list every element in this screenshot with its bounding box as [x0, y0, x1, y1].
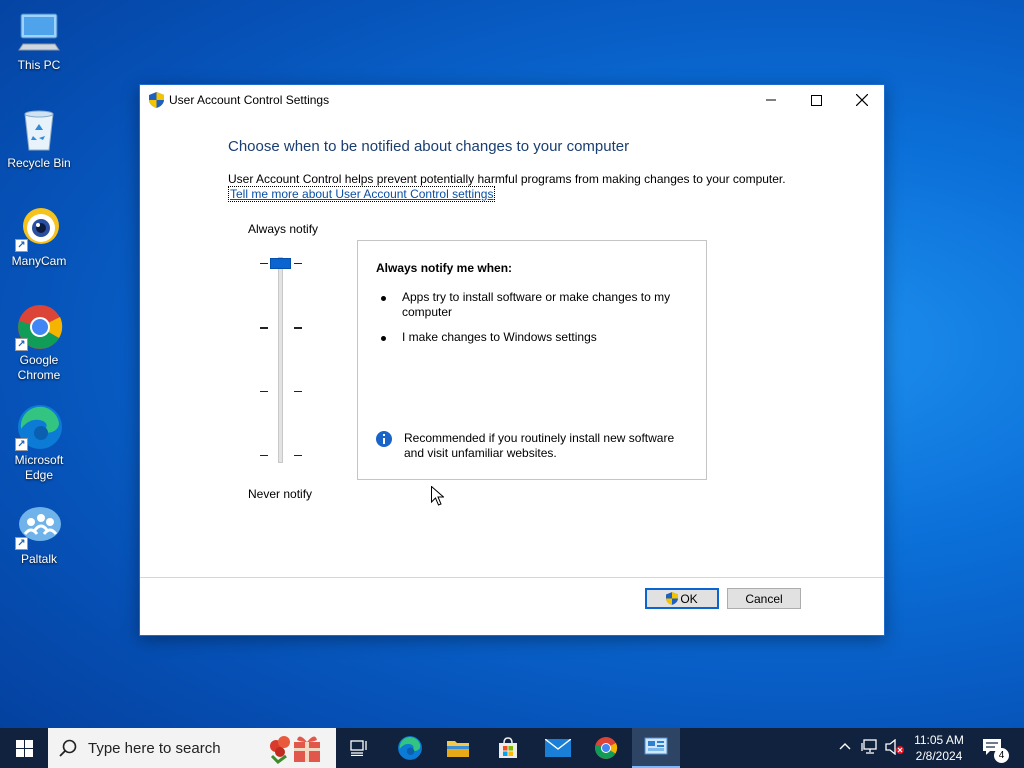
slider-tick: [260, 263, 268, 264]
mail-icon: [545, 739, 571, 757]
taskbar-edge-button[interactable]: [386, 728, 434, 768]
paltalk-icon: ↗: [15, 502, 63, 550]
slider-top-label: Always notify: [248, 222, 319, 236]
network-icon[interactable]: [861, 739, 879, 758]
desktop-icon-this-pc[interactable]: This PC: [4, 8, 74, 73]
list-item: Apps try to install software or make cha…: [376, 290, 686, 320]
slider-tick: [260, 455, 268, 456]
microsoft-store-icon: [499, 737, 517, 758]
show-hidden-icons-chevron-icon[interactable]: [838, 739, 852, 756]
clock-date: 2/8/2024: [915, 749, 963, 763]
slider-track[interactable]: [278, 257, 283, 463]
taskbar-file-explorer-button[interactable]: [434, 728, 482, 768]
windows-logo-icon: [15, 739, 33, 757]
taskbar-control-panel-button[interactable]: [632, 728, 680, 768]
learn-more-link[interactable]: Tell me more about User Account Control …: [228, 186, 496, 202]
shortcut-arrow-icon: ↗: [15, 438, 28, 451]
slider-bottom-label: Never notify: [248, 487, 313, 501]
edge-icon: [398, 736, 422, 760]
desktop-icon-google-chrome[interactable]: ↗ Google Chrome: [4, 303, 74, 383]
desktop-icon-recycle-bin[interactable]: Recycle Bin: [4, 106, 74, 171]
control-panel-icon: [644, 737, 668, 755]
close-button[interactable]: [839, 85, 885, 115]
slider-tick: [294, 327, 302, 329]
note-text: Recommended if you routinely install new…: [404, 431, 675, 460]
desktop-icon-label: Google Chrome: [17, 353, 61, 382]
volume-muted-icon[interactable]: [885, 738, 905, 758]
taskbar-chrome-button[interactable]: [582, 728, 630, 768]
desktop-icon-paltalk[interactable]: ↗ Paltalk: [4, 502, 74, 567]
window-title: User Account Control Settings: [169, 93, 330, 107]
desktop-icon-label: Microsoft Edge: [14, 453, 64, 482]
shortcut-arrow-icon: ↗: [15, 338, 28, 351]
mouse-cursor-icon: [431, 485, 445, 509]
desktop-icon-label: This PC: [17, 58, 61, 72]
slider-thumb[interactable]: [270, 258, 291, 269]
slider-tick: [260, 391, 268, 392]
title-bar[interactable]: User Account Control Settings: [140, 85, 884, 115]
task-view-button[interactable]: [336, 728, 384, 768]
shortcut-arrow-icon: ↗: [15, 239, 28, 252]
clock-time: 11:05 AM: [914, 733, 964, 747]
manycam-icon: ↗: [15, 204, 63, 252]
computer-icon: [15, 8, 63, 56]
maximize-button[interactable]: [793, 85, 839, 115]
notification-count-badge: 4: [994, 748, 1009, 763]
search-placeholder: Type here to search: [88, 740, 221, 757]
notify-conditions-list: Apps try to install software or make cha…: [376, 290, 686, 355]
slider-tick: [260, 327, 268, 329]
chrome-icon: ↗: [15, 303, 63, 351]
page-heading: Choose when to be notified about changes…: [228, 138, 630, 155]
task-view-icon: [350, 740, 367, 756]
edge-icon: ↗: [15, 403, 63, 451]
system-clock[interactable]: 11:05 AM 2/8/2024: [906, 732, 972, 764]
desktop-icon-microsoft-edge[interactable]: ↗ Microsoft Edge: [4, 403, 74, 483]
level-description-panel: Always notify me when: Apps try to insta…: [357, 240, 707, 480]
taskbar-store-button[interactable]: [484, 728, 532, 768]
cancel-button[interactable]: Cancel: [727, 588, 801, 609]
uac-shield-icon: [149, 92, 164, 111]
close-icon: [856, 94, 868, 106]
search-highlight-gift-icon: [262, 732, 326, 767]
description-text: User Account Control helps prevent poten…: [228, 172, 786, 186]
shortcut-arrow-icon: ↗: [15, 537, 28, 550]
slider-tick: [294, 391, 302, 392]
panel-heading: Always notify me when:: [376, 261, 513, 275]
ok-button[interactable]: OK: [645, 588, 719, 609]
slider-tick: [294, 455, 302, 456]
desktop-icon-label: Recycle Bin: [7, 156, 71, 170]
folder-icon: [447, 741, 469, 757]
maximize-icon: [810, 94, 822, 106]
chrome-icon: [595, 737, 618, 759]
recycle-bin-icon: [15, 106, 63, 154]
slider-tick: [294, 263, 302, 264]
cancel-button-label: Cancel: [745, 591, 783, 606]
divider: [140, 577, 884, 578]
desktop-icon-manycam[interactable]: ↗ ManyCam: [4, 204, 74, 269]
start-button[interactable]: [0, 728, 48, 768]
minimize-icon: [766, 99, 776, 101]
ok-button-label: OK: [680, 591, 698, 606]
desktop-icon-label: Paltalk: [20, 552, 58, 566]
uac-settings-dialog: User Account Control Settings Choose whe…: [139, 84, 885, 636]
desktop-icon-label: ManyCam: [11, 254, 67, 268]
taskbar-mail-button[interactable]: [534, 728, 582, 768]
search-icon: [59, 739, 77, 760]
taskbar: Type here to search 11:05 AM 2/8/2024 4: [0, 728, 1024, 768]
minimize-button[interactable]: [748, 85, 794, 115]
list-item: I make changes to Windows settings: [376, 330, 686, 345]
uac-shield-icon: [666, 592, 679, 605]
taskbar-search-box[interactable]: Type here to search: [48, 728, 336, 768]
